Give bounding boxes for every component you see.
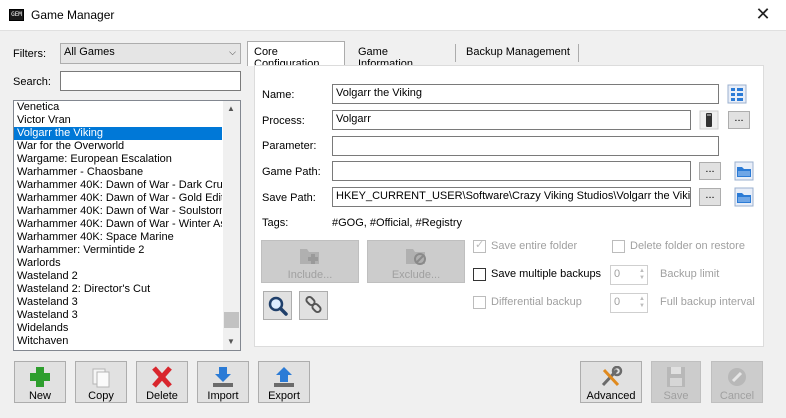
app-icon: GEM [9, 9, 24, 21]
copy-icon [92, 368, 110, 388]
save-path-field[interactable]: HKEY_CURRENT_USER\Software\Crazy Viking … [332, 187, 691, 207]
process-field[interactable]: Volgarr [332, 110, 691, 130]
filters-label: Filters: [13, 48, 46, 60]
scroll-up-icon[interactable]: ▲ [227, 104, 235, 113]
tab-game-information[interactable]: Game Information [352, 42, 452, 70]
delete-folder-label: Delete folder on restore [630, 240, 745, 252]
tab-separator [578, 44, 579, 62]
differential-backup-checkbox[interactable] [473, 296, 486, 309]
import-icon [213, 367, 233, 387]
list-item[interactable]: Wasteland 3 [14, 296, 222, 309]
games-list-scrollbar[interactable]: ▲ ▼ [223, 101, 240, 350]
game-path-field[interactable] [332, 161, 691, 181]
search-path-button[interactable] [263, 291, 292, 320]
tags-label: Tags: [262, 217, 289, 229]
include-button[interactable]: Include... [261, 240, 359, 283]
list-item[interactable]: Warhammer 40K: Dawn of War - Winter Assa… [14, 218, 222, 231]
list-item[interactable]: Warhammer 40K: Space Marine [14, 231, 222, 244]
tags-value: #GOG, #Official, #Registry [332, 217, 463, 229]
backup-limit-label: Backup limit [660, 268, 720, 280]
export-button[interactable]: Export [258, 361, 310, 403]
close-x-icon[interactable]: ✕ [740, 0, 786, 31]
process-label: Process: [262, 115, 305, 127]
filters-selected: All Games [64, 46, 115, 58]
game-path-label: Game Path: [262, 166, 321, 178]
folder-icon[interactable] [734, 187, 754, 207]
delete-folder-checkbox[interactable] [612, 240, 625, 253]
backup-limit-stepper[interactable]: 0 ▲ ▼ [610, 265, 648, 285]
name-label: Name: [262, 89, 295, 101]
tab-separator [455, 44, 456, 62]
process-browse-button[interactable]: ... [728, 111, 750, 129]
list-item[interactable]: Warlords [14, 257, 222, 270]
title-bar: GEM Game Manager ✕ [0, 0, 786, 31]
save-disk-icon [667, 367, 685, 387]
stepper-arrows-icon[interactable]: ▲ ▼ [639, 268, 645, 282]
exclude-folder-icon [406, 249, 426, 265]
parameter-field[interactable] [332, 136, 719, 156]
save-multiple-backups-checkbox[interactable] [473, 268, 486, 281]
save-entire-folder-checkbox[interactable] [473, 238, 486, 253]
import-button[interactable]: Import [197, 361, 249, 403]
search-input[interactable] [60, 71, 241, 91]
magnifier-icon [268, 296, 288, 316]
games-list[interactable]: Venetica Victor Vran Volgarr the Viking War… [13, 100, 241, 351]
list-item[interactable]: Victor Vran [14, 114, 222, 127]
advanced-button[interactable]: Advanced [580, 361, 642, 403]
save-entire-folder-label: Save entire folder [491, 240, 578, 252]
folder-icon[interactable] [734, 161, 754, 181]
differential-backup-label: Differential backup [491, 296, 582, 308]
list-item[interactable]: Wasteland 2: Director's Cut [14, 283, 222, 296]
link-button[interactable] [299, 291, 328, 320]
red-x-icon [152, 366, 172, 388]
search-label: Search: [13, 76, 51, 88]
filters-dropdown[interactable]: All Games ⌵ [60, 43, 241, 64]
scroll-down-icon[interactable]: ▼ [227, 337, 235, 346]
link-icon [305, 295, 322, 314]
exclude-button[interactable]: Exclude... [367, 240, 465, 283]
list-item[interactable]: War for the Overworld [14, 140, 222, 153]
copy-button[interactable]: Copy [75, 361, 127, 403]
tab-core-configuration[interactable]: Core Configuration [247, 41, 345, 70]
list-view-icon[interactable] [727, 84, 747, 104]
list-item[interactable]: Widelands [14, 322, 222, 335]
games-list-items: Venetica Victor Vran Volgarr the Viking War… [14, 101, 240, 348]
delete-button[interactable]: Delete [136, 361, 188, 403]
export-icon [274, 367, 294, 387]
cancel-button[interactable]: Cancel [711, 361, 763, 403]
plus-icon [30, 367, 50, 387]
list-item[interactable]: Wasteland 2 [14, 270, 222, 283]
full-backup-interval-stepper[interactable]: 0 ▲ ▼ [610, 293, 648, 313]
list-item[interactable]: Volgarr the Viking [14, 127, 222, 140]
process-icon[interactable] [699, 110, 719, 130]
save-path-browse-button[interactable]: ... [699, 188, 721, 206]
add-folder-icon [300, 249, 319, 264]
stepper-arrows-icon[interactable]: ▲ ▼ [639, 296, 645, 310]
tools-icon [601, 366, 623, 387]
window-title: Game Manager [31, 8, 115, 22]
game-path-browse-button[interactable]: ... [699, 162, 721, 180]
save-path-label: Save Path: [262, 192, 316, 204]
list-item[interactable]: Warhammer - Chaosbane [14, 166, 222, 179]
list-item[interactable]: Witchaven [14, 335, 222, 348]
full-backup-interval-label: Full backup interval [660, 296, 755, 308]
chevron-down-icon: ⌵ [229, 47, 236, 57]
list-item[interactable]: Warhammer 40K: Dawn of War - Dark Crusad… [14, 179, 222, 192]
scroll-thumb[interactable] [224, 312, 239, 328]
list-item[interactable]: Wargame: European Escalation [14, 153, 222, 166]
list-item[interactable]: Wasteland 3 [14, 309, 222, 322]
list-item[interactable]: Warhammer 40K: Dawn of War - Soulstorm [14, 205, 222, 218]
save-multiple-backups-label: Save multiple backups [491, 268, 602, 280]
list-item[interactable]: Warhammer 40K: Dawn of War - Gold Editio… [14, 192, 222, 205]
name-field[interactable]: Volgarr the Viking [332, 84, 719, 104]
list-item[interactable]: Warhammer: Vermintide 2 [14, 244, 222, 257]
parameter-label: Parameter: [262, 140, 317, 152]
new-button[interactable]: New [14, 361, 66, 403]
cancel-icon [728, 368, 746, 386]
tab-backup-management[interactable]: Backup Management [460, 42, 576, 64]
save-button[interactable]: Save [651, 361, 701, 403]
list-item[interactable]: Venetica [14, 101, 222, 114]
